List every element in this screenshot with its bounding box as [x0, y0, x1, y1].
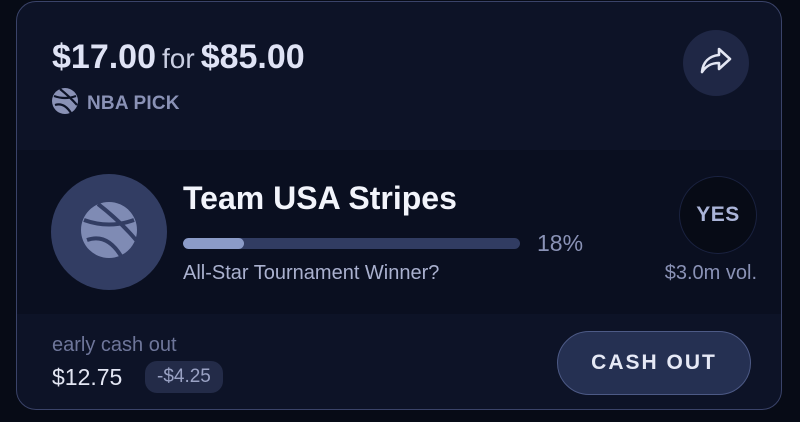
cash-out-button[interactable]: CASH OUT: [557, 331, 751, 395]
probability-percent: 18%: [537, 230, 584, 256]
team-avatar: [51, 174, 167, 290]
stake-line: $17.00 for $85.00: [52, 38, 305, 77]
bet-header: $17.00 for $85.00 NBA PICK: [17, 2, 781, 150]
pick-section: Team USA Stripes 18% All-Star Tournament…: [17, 150, 781, 314]
league-tag: NBA PICK: [51, 87, 180, 120]
volume-label: $3.0m vol.: [664, 262, 757, 284]
cashout-value: $12.75: [52, 364, 123, 390]
basketball-icon: [51, 87, 79, 120]
cashout-delta-badge: -$4.25: [145, 361, 223, 393]
stake-amount: $17.00: [52, 38, 156, 76]
payout-amount: $85.00: [200, 38, 305, 76]
bet-card: $17.00 for $85.00 NBA PICK Team USA Stri…: [16, 1, 782, 410]
share-button[interactable]: [683, 30, 749, 96]
cashout-footer: early cash out $12.75 -$4.25 CASH OUT: [17, 314, 781, 409]
team-name: Team USA Stripes: [183, 180, 457, 216]
for-label: for: [162, 43, 195, 74]
probability-bar-fill: [183, 238, 244, 249]
share-arrow-icon: [699, 46, 733, 81]
basketball-icon: [79, 200, 139, 265]
probability-bar: [183, 238, 520, 249]
early-cashout-label: early cash out: [52, 334, 177, 356]
market-question: All-Star Tournament Winner?: [183, 262, 440, 284]
yes-button[interactable]: YES: [679, 176, 757, 254]
league-label: NBA PICK: [87, 92, 180, 114]
